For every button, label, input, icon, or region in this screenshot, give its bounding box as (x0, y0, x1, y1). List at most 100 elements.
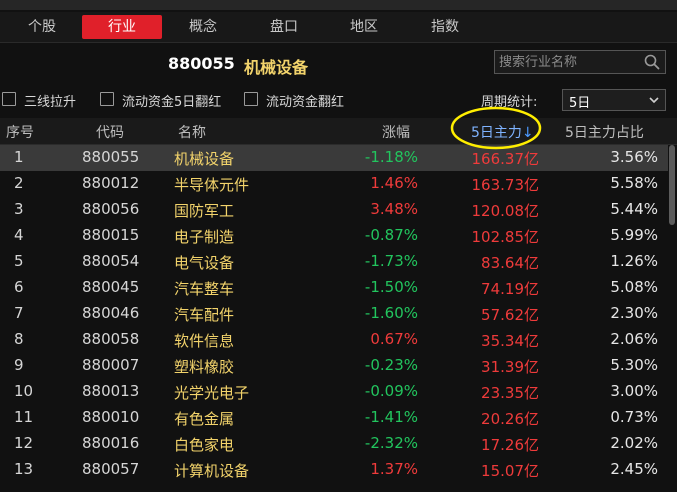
row-5day-main: 163.73亿 (471, 176, 540, 194)
checkbox-label: 流动资金翻红 (266, 95, 345, 110)
row-5day-main: 74.19亿 (481, 280, 539, 298)
row-index: 2 (14, 174, 24, 192)
row-code: 880010 (82, 408, 140, 426)
top-strip (0, 0, 677, 10)
row-5day-ratio: 1.26% (610, 252, 658, 270)
row-name: 软件信息 (174, 332, 235, 350)
tab-industry[interactable]: 行业 (82, 15, 162, 39)
row-5day-main: 20.26亿 (481, 410, 539, 428)
row-5day-main: 102.85亿 (471, 228, 540, 246)
period-select-value: 5日 (569, 96, 591, 111)
table-row[interactable]: 2 880012 半导体元件 1.46% 163.73亿 5.58% (0, 171, 668, 197)
row-code: 880046 (82, 304, 140, 322)
chevron-down-icon (649, 97, 659, 104)
title-bar: 880055 机械设备 (0, 46, 677, 82)
table-row[interactable]: 3 880056 国防军工 3.48% 120.08亿 5.44% (0, 197, 668, 223)
tab-index[interactable]: 指数 (405, 15, 485, 39)
period-select[interactable]: 5日 (562, 89, 666, 111)
row-name: 电子制造 (174, 228, 235, 246)
row-5day-ratio: 5.99% (610, 226, 658, 244)
table-row[interactable]: 4 880015 电子制造 -0.87% 102.85亿 5.99% (0, 223, 668, 249)
tab-orderbook[interactable]: 盘口 (244, 15, 324, 39)
header-name[interactable]: 名称 (178, 122, 206, 142)
checkbox-box[interactable] (244, 92, 258, 106)
row-5day-ratio: 0.73% (610, 408, 658, 426)
row-code: 880058 (82, 330, 140, 348)
highlight-circle-annotation (450, 106, 542, 150)
row-name: 塑料橡胶 (174, 358, 235, 376)
checkbox-box[interactable] (100, 92, 114, 106)
header-change[interactable]: 涨幅 (382, 122, 410, 142)
table-row[interactable]: 7 880046 汽车配件 -1.60% 57.62亿 2.30% (0, 301, 668, 327)
row-index: 5 (14, 252, 24, 270)
table-header: 序号 代码 名称 涨幅 5日主力↓ 5日主力占比 (0, 118, 677, 145)
row-code: 880054 (82, 252, 140, 270)
header-5day-ratio[interactable]: 5日主力占比 (565, 122, 644, 142)
row-change: -1.50% (364, 278, 418, 296)
tab-stocks[interactable]: 个股 (2, 15, 82, 39)
row-index: 11 (14, 408, 34, 426)
row-index: 3 (14, 200, 24, 218)
row-5day-ratio: 5.58% (610, 174, 658, 192)
tab-concept[interactable]: 概念 (163, 15, 243, 39)
row-index: 12 (14, 434, 34, 452)
row-index: 10 (14, 382, 34, 400)
row-5day-ratio: 2.45% (610, 460, 658, 478)
row-index: 13 (14, 460, 34, 478)
selected-code: 880055 (168, 54, 235, 73)
search-input[interactable] (499, 53, 639, 71)
table-row[interactable]: 5 880054 电气设备 -1.73% 83.64亿 1.26% (0, 249, 668, 275)
table-row[interactable]: 1 880055 机械设备 -1.18% 166.37亿 3.56% (0, 145, 668, 171)
row-name: 电气设备 (174, 254, 235, 272)
row-code: 880056 (82, 200, 140, 218)
table-row[interactable]: 13 880057 计算机设备 1.37% 15.07亿 2.45% (0, 457, 668, 483)
row-5day-ratio: 3.56% (610, 148, 658, 166)
table-row[interactable]: 8 880058 软件信息 0.67% 35.34亿 2.06% (0, 327, 668, 353)
tab-region[interactable]: 地区 (324, 15, 404, 39)
selected-name: 机械设备 (244, 58, 309, 77)
header-index[interactable]: 序号 (6, 122, 34, 142)
table-row[interactable]: 11 880010 有色金属 -1.41% 20.26亿 0.73% (0, 405, 668, 431)
row-name: 白色家电 (174, 436, 235, 454)
table-row[interactable]: 10 880013 光学光电子 -0.09% 23.35亿 3.00% (0, 379, 668, 405)
checkbox-box[interactable] (2, 92, 16, 106)
table-row[interactable]: 12 880016 白色家电 -2.32% 17.26亿 2.02% (0, 431, 668, 457)
search-box[interactable] (494, 50, 666, 74)
row-name: 国防军工 (174, 202, 235, 220)
row-code: 880057 (82, 460, 140, 478)
row-5day-main: 17.26亿 (481, 436, 539, 454)
row-code: 880045 (82, 278, 140, 296)
row-name: 汽车配件 (174, 306, 235, 324)
row-index: 7 (14, 304, 24, 322)
row-name: 汽车整车 (174, 280, 235, 298)
checkbox-label: 三线拉升 (24, 95, 77, 110)
row-5day-main: 15.07亿 (481, 462, 539, 480)
row-5day-ratio: 2.06% (610, 330, 658, 348)
vertical-scrollbar[interactable] (669, 145, 675, 225)
row-5day-main: 35.34亿 (481, 332, 539, 350)
row-change: -0.09% (364, 382, 418, 400)
search-icon[interactable] (643, 53, 661, 71)
row-index: 8 (14, 330, 24, 348)
table-row[interactable]: 6 880045 汽车整车 -1.50% 74.19亿 5.08% (0, 275, 668, 301)
row-5day-main: 31.39亿 (481, 358, 539, 376)
row-index: 9 (14, 356, 24, 374)
row-code: 880007 (82, 356, 140, 374)
row-index: 1 (14, 148, 24, 166)
row-5day-main: 23.35亿 (481, 384, 539, 402)
row-change: -0.87% (364, 226, 418, 244)
row-5day-main: 166.37亿 (471, 150, 540, 168)
category-tabs: 个股 行业 概念 盘口 地区 指数 (0, 12, 677, 43)
row-name: 计算机设备 (174, 462, 250, 480)
header-code[interactable]: 代码 (96, 122, 124, 142)
row-change: 1.37% (370, 460, 418, 478)
row-change: -2.32% (364, 434, 418, 452)
row-name: 机械设备 (174, 150, 235, 168)
row-change: 3.48% (370, 200, 418, 218)
row-5day-ratio: 2.30% (610, 304, 658, 322)
row-5day-ratio: 5.08% (610, 278, 658, 296)
row-5day-ratio: 5.44% (610, 200, 658, 218)
row-5day-main: 120.08亿 (471, 202, 540, 220)
table-row[interactable]: 9 880007 塑料橡胶 -0.23% 31.39亿 5.30% (0, 353, 668, 379)
row-5day-main: 83.64亿 (481, 254, 539, 272)
